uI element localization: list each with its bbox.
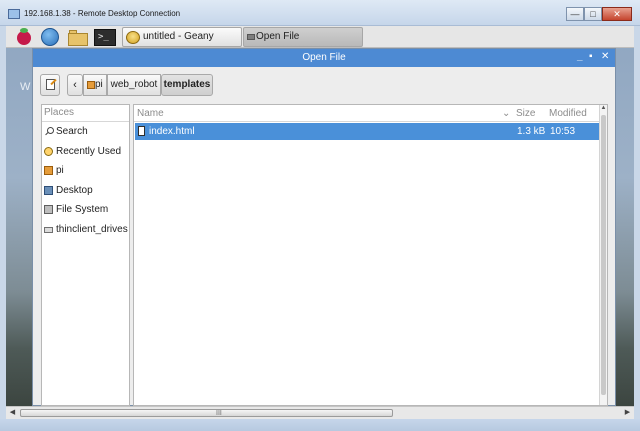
place-label: thinclient_drives <box>56 223 128 235</box>
taskbar-geany-label: untitled - Geany <box>143 31 214 42</box>
network-drive-icon <box>44 226 53 233</box>
place-file-system[interactable]: File System <box>42 200 129 220</box>
taskbar-openfile-button[interactable]: Open File <box>243 27 363 47</box>
scroll-up-icon[interactable]: ▲ <box>600 105 607 111</box>
taskbar-openfile-label: Open File <box>256 31 300 42</box>
pencil-icon <box>46 79 55 90</box>
web-browser-icon[interactable] <box>40 28 60 46</box>
rdp-title: 192.168.1.38 - Remote Desktop Connection <box>24 9 181 18</box>
home-icon <box>87 81 95 89</box>
maximize-button[interactable]: □ <box>584 7 602 21</box>
open-file-dialog: Open File _ ▪ ✕ ‹ pi web_robot templates… <box>32 48 616 406</box>
pi-taskbar: >_ untitled - Geany Open File <box>6 26 634 48</box>
scrollbar-thumb[interactable] <box>601 115 606 395</box>
place-recently-used[interactable]: Recently Used <box>42 142 129 162</box>
dialog-icon <box>247 34 255 40</box>
place-pi[interactable]: pi <box>42 161 129 181</box>
column-size-header[interactable]: Size <box>516 108 535 119</box>
place-label: pi <box>56 165 64 176</box>
path-back-button[interactable]: ‹ <box>67 74 83 96</box>
geany-icon <box>126 31 140 44</box>
hscroll-thumb[interactable]: III <box>20 409 393 417</box>
places-header: Places <box>42 105 129 122</box>
scroll-right-icon[interactable]: ▶ <box>621 407 634 419</box>
sort-chevron-icon[interactable]: ⌄ <box>502 108 510 119</box>
column-name-header[interactable]: Name <box>137 108 164 119</box>
search-icon <box>44 127 54 136</box>
rdp-titlebar: 192.168.1.38 - Remote Desktop Connection… <box>0 0 640 26</box>
file-list-scrollbar[interactable]: ▲ <box>599 105 607 405</box>
dialog-titlebar: Open File _ ▪ ✕ <box>33 49 615 67</box>
file-list-header: Name ⌄ Size Modified <box>134 105 600 122</box>
place-search[interactable]: Search <box>42 122 129 142</box>
path-pi-label: pi <box>95 79 103 90</box>
place-label: Desktop <box>56 184 93 196</box>
taskbar-geany-button[interactable]: untitled - Geany <box>122 27 242 47</box>
dialog-title: Open File <box>302 52 346 63</box>
place-label: File System <box>56 204 109 215</box>
path-segment-pi[interactable]: pi <box>83 74 107 96</box>
home-icon <box>44 166 53 175</box>
rdp-horizontal-scrollbar[interactable]: ◀ III ▶ <box>6 406 634 419</box>
clock-icon <box>44 146 53 156</box>
type-location-button[interactable] <box>40 74 60 96</box>
drive-icon <box>44 205 53 214</box>
scroll-left-icon[interactable]: ◀ <box>6 407 19 419</box>
place-label: Recently Used <box>56 145 122 157</box>
folder-body <box>68 33 88 46</box>
path-segment-web-robot[interactable]: web_robot <box>107 74 161 96</box>
minimize-button[interactable]: — <box>566 7 584 21</box>
file-row[interactable]: index.html 1.3 kB 10:53 <box>135 123 600 140</box>
window-controls: — □ ✕ <box>566 7 632 21</box>
place-desktop[interactable]: Desktop <box>42 181 129 201</box>
raspberry-berry <box>17 31 31 45</box>
raspberry-leaf <box>20 28 28 33</box>
html-file-icon <box>138 126 145 136</box>
desktop-icon <box>44 185 53 195</box>
dialog-close-button[interactable]: ✕ <box>601 51 609 62</box>
rdp-app-icon <box>8 9 20 19</box>
grip-icon: III <box>216 410 222 417</box>
file-name: index.html <box>149 126 195 137</box>
column-modified-header[interactable]: Modified <box>549 108 587 119</box>
raspberry-menu-icon[interactable] <box>14 28 34 46</box>
file-list: Name ⌄ Size Modified index.html 1.3 kB 1… <box>133 104 608 406</box>
path-bar: ‹ pi web_robot templates <box>33 67 615 103</box>
terminal-screen: >_ <box>94 29 116 46</box>
place-label: Search <box>56 126 88 137</box>
file-manager-icon[interactable] <box>68 28 88 46</box>
desktop-watermark: W <box>20 81 31 93</box>
globe-shape <box>41 28 59 46</box>
file-modified: 10:53 <box>550 126 576 137</box>
places-sidebar: Places Search Recently Used pi Desktop F… <box>41 104 130 406</box>
file-size: 1.3 kB <box>517 126 546 137</box>
place-thinclient-drives[interactable]: thinclient_drives <box>42 220 129 240</box>
path-segment-templates[interactable]: templates <box>161 74 213 96</box>
dialog-minimize-button[interactable]: _ <box>577 51 583 62</box>
window-bottom-frame <box>0 419 640 431</box>
close-button[interactable]: ✕ <box>602 7 632 21</box>
terminal-icon[interactable]: >_ <box>94 28 116 46</box>
dialog-maximize-button[interactable]: ▪ <box>589 51 593 62</box>
